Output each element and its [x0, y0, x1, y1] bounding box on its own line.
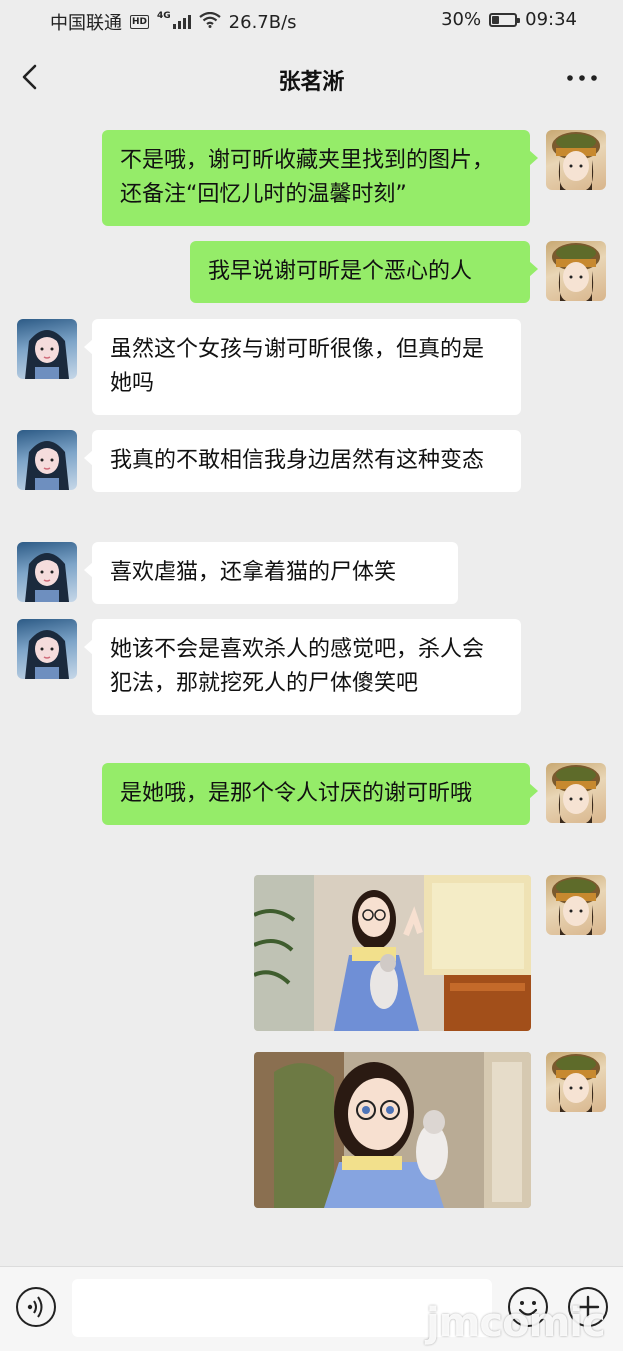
battery-percent: 30%: [441, 9, 482, 30]
my-avatar[interactable]: [546, 875, 606, 935]
carrier-label: 中国联通: [50, 13, 122, 34]
contact-avatar[interactable]: [17, 430, 77, 490]
message-input[interactable]: [72, 1279, 492, 1337]
more-dots-icon: [567, 75, 597, 81]
my-avatar[interactable]: [546, 241, 606, 301]
message-bubble-sent[interactable]: 我早说谢可昕是个恶心的人: [190, 241, 538, 303]
message-text: 是她哦，是那个令人讨厌的谢可昕哦: [120, 781, 473, 806]
image-message[interactable]: [254, 875, 531, 1031]
input-bar: [0, 1266, 623, 1351]
battery-fill: [492, 15, 500, 24]
voice-icon: [27, 1296, 43, 1318]
chat-header: 张茗淅: [0, 42, 623, 112]
message-text: 我真的不敢相信我身边居然有这种变态: [110, 448, 485, 473]
message-text: 不是哦，谢可昕收藏夹里找到的图片，还备注“回忆儿时的温馨时刻”: [120, 148, 495, 207]
battery-icon: [489, 12, 521, 27]
message-bubble-sent[interactable]: 不是哦，谢可昕收藏夹里找到的图片，还备注“回忆儿时的温馨时刻”: [102, 130, 538, 226]
emoji-icon: [518, 1301, 538, 1316]
hd-badge: HD: [130, 15, 150, 29]
message-text: 喜欢虐猫，还拿着猫的尸体笑: [110, 560, 397, 585]
message-text: 虽然这个女孩与谢可昕很像，但真的是她吗: [110, 337, 485, 396]
clock: 09:34: [525, 9, 577, 30]
message-text: 我早说谢可昕是个恶心的人: [208, 259, 473, 284]
message-bubble-received[interactable]: 她该不会是喜欢杀人的感觉吧，杀人会犯法，那就挖死人的尸体傻笑吧: [84, 619, 521, 715]
voice-button[interactable]: [16, 1287, 56, 1327]
more-actions-button[interactable]: [568, 1287, 608, 1327]
network-type: 4G: [157, 11, 171, 21]
wifi-icon: [198, 11, 221, 33]
emoji-button[interactable]: [508, 1287, 548, 1327]
message-text: 她该不会是喜欢杀人的感觉吧，杀人会犯法，那就挖死人的尸体傻笑吧: [110, 637, 485, 696]
message-bubble-received[interactable]: 虽然这个女孩与谢可昕很像，但真的是她吗: [84, 319, 521, 415]
chat-title: 张茗淅: [278, 70, 345, 95]
my-avatar[interactable]: [546, 763, 606, 823]
message-bubble-received[interactable]: 喜欢虐猫，还拿着猫的尸体笑: [84, 542, 458, 604]
plus-icon: [576, 1295, 600, 1319]
contact-avatar[interactable]: [17, 619, 77, 679]
my-avatar[interactable]: [546, 130, 606, 190]
signal-icon: [172, 15, 191, 29]
contact-avatar[interactable]: [17, 319, 77, 379]
message-bubble-sent[interactable]: 是她哦，是那个令人讨厌的谢可昕哦: [102, 763, 538, 825]
net-speed: 26.7B/s: [228, 11, 297, 33]
my-avatar[interactable]: [546, 1052, 606, 1112]
image-message[interactable]: [254, 1052, 531, 1208]
contact-avatar[interactable]: [17, 542, 77, 602]
message-bubble-received[interactable]: 我真的不敢相信我身边居然有这种变态: [84, 430, 521, 492]
more-button[interactable]: [565, 64, 599, 90]
status-bar: 中国联通 HD 4G 26.7B/s 30% 09:34: [0, 0, 623, 42]
